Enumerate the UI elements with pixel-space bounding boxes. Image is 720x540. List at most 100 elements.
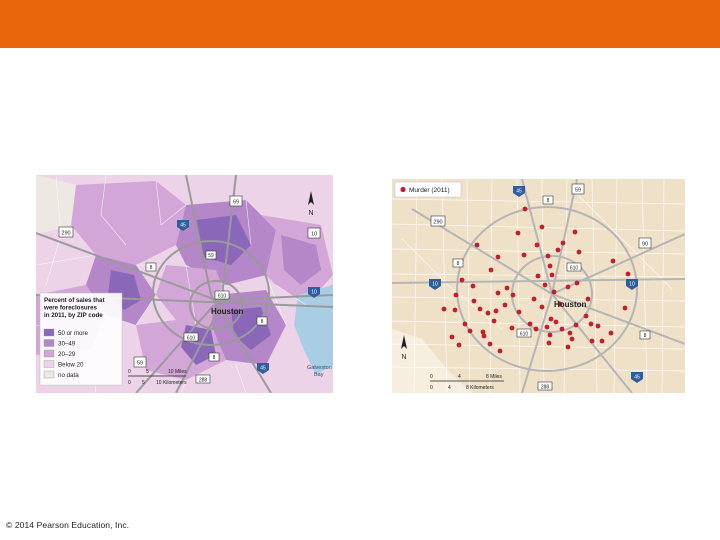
highway-shield-label: 8 [213, 355, 216, 361]
murder-dot [481, 333, 487, 339]
murder-dot [493, 308, 499, 314]
legend-label: no data [58, 372, 79, 379]
murder-dot [502, 302, 508, 308]
murder-dot [531, 296, 537, 302]
murder-dot [504, 285, 510, 291]
murder-dot [574, 280, 580, 286]
header-bar [0, 0, 720, 48]
north-label: N [401, 354, 406, 361]
murder-dot [551, 289, 557, 295]
murder-dot [495, 290, 501, 296]
murder-dot [595, 323, 601, 329]
murder-dot [509, 325, 515, 331]
scale-miles-1: 4 [458, 374, 461, 380]
city-label: Houston [211, 307, 244, 316]
murder-dot [565, 344, 571, 350]
murder-dot [449, 334, 455, 340]
murder-dot [462, 321, 468, 327]
murder-dot [474, 242, 480, 248]
murder-dot [608, 330, 614, 336]
scale-miles-0: 0 [430, 374, 433, 380]
murder-dot [565, 284, 571, 290]
murder-dot [491, 318, 497, 324]
north-label: N [308, 210, 313, 217]
murder-dot [567, 330, 573, 336]
murder-dot [515, 230, 521, 236]
murder-dot [488, 267, 494, 273]
murder-dot [547, 263, 553, 269]
legend-swatch [43, 360, 55, 368]
murder-dot [470, 283, 476, 289]
legend-label: 50 or more [58, 330, 88, 337]
murder-dot [544, 324, 550, 330]
murder-dot [539, 224, 545, 230]
murder-dot [441, 306, 447, 312]
murder-dot [559, 326, 565, 332]
legend: Percent of sales that were foreclosures … [39, 292, 123, 386]
foreclosure-map-svg: 69 290 45 10 59 8 610 8 10 610 8 59 45 2… [36, 175, 333, 393]
legend-label: 20–29 [58, 351, 76, 358]
highway-shield-label: 10 [311, 290, 317, 296]
murder-dot [516, 309, 522, 315]
murder-dot [535, 273, 541, 279]
highway-shield-label: 8 [547, 198, 550, 204]
bay-label-line-2: Bay [314, 372, 324, 378]
scale-miles-2: 8 Miles [486, 374, 502, 380]
legend: Murder (2011) [394, 181, 462, 198]
highway-shield-label: 45 [260, 366, 266, 372]
murder-dot [487, 341, 493, 347]
legend-title: Percent of sales that were foreclosures … [43, 297, 106, 319]
bay-label-line-1: Galveston [307, 365, 332, 371]
murder-dot [555, 247, 561, 253]
murder-map: 45 59 8 290 90 8 610 10 10 610 8 288 45 … [392, 179, 685, 393]
highway-shield-label: 8 [644, 333, 647, 339]
legend-swatch [43, 328, 55, 337]
murder-dot [495, 254, 501, 260]
highway-shield-label: 45 [516, 189, 522, 195]
highway-shield-label: 59 [208, 253, 214, 259]
murder-dot [576, 249, 582, 255]
murder-dot [599, 338, 605, 344]
scale-km-2: 8 Kilometers [466, 385, 494, 391]
legend-label: 30–49 [58, 341, 76, 348]
murder-dot [546, 340, 552, 346]
murder-dot [477, 306, 483, 312]
highway-shield-label: 610 [218, 294, 227, 300]
murder-dot [545, 253, 551, 259]
murder-dot [456, 342, 462, 348]
highway-shield-label: 288 [541, 385, 550, 391]
murder-dot [471, 298, 477, 304]
murder-dot [539, 304, 545, 310]
murder-dot [527, 321, 533, 327]
scale-miles-1: 5 [146, 369, 149, 375]
highway-shield-label: 90 [642, 242, 648, 248]
murder-dot [569, 336, 575, 342]
scale-km-0: 0 [128, 380, 131, 386]
highway-shield-label: 59 [575, 188, 581, 194]
highway-shield-label: 59 [137, 361, 143, 367]
murder-dot [548, 316, 554, 322]
highway-shield-label: 288 [199, 378, 208, 384]
highway-shield-label: 610 [520, 332, 529, 338]
murder-dot [533, 326, 539, 332]
murder-dot [625, 271, 631, 277]
highway-shield-label: 45 [634, 375, 640, 381]
murder-dot [589, 338, 595, 344]
murder-dot [452, 307, 458, 313]
highway-shield-label: 610 [570, 266, 579, 272]
murder-dot [610, 258, 616, 264]
murder-dot [622, 305, 628, 311]
murder-dot [583, 313, 589, 319]
highway-shield-label: 10 [311, 232, 317, 238]
highway-shield-label: 290 [61, 231, 70, 237]
highway-shield-label: 10 [432, 282, 438, 288]
highway-shield-label: 610 [187, 336, 196, 342]
highway-shield-label: 290 [433, 220, 442, 226]
highway-shield-label: 8 [150, 265, 153, 271]
legend-label: Murder (2011) [409, 187, 450, 194]
legend-label: Below 20 [58, 362, 84, 369]
highway-shield-label: 8 [261, 319, 264, 325]
scale-miles-2: 10 Miles [168, 369, 187, 375]
murder-dot [480, 329, 486, 335]
murder-map-svg: 45 59 8 290 90 8 610 10 10 610 8 288 45 … [392, 179, 685, 393]
